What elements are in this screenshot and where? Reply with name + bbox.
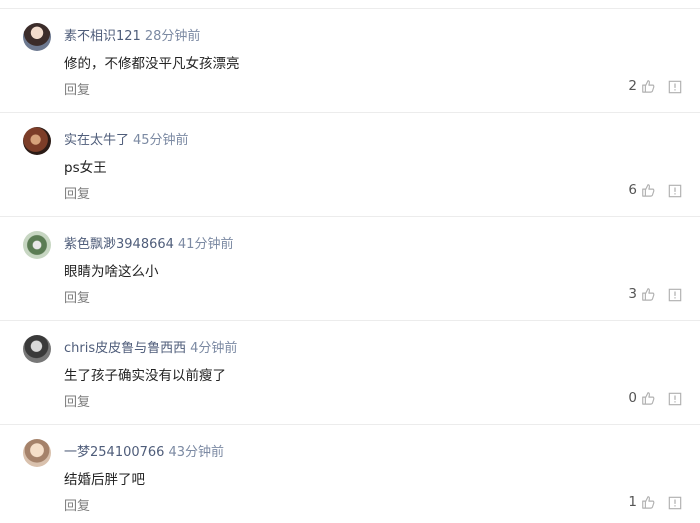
reply-button[interactable]: 回复 (64, 79, 90, 98)
reply-button[interactable]: 回复 (64, 391, 90, 410)
comment-time: 28分钟前 (144, 29, 201, 44)
username[interactable]: 实在太牛了 (64, 133, 129, 148)
comment-author[interactable]: chris皮皮鲁与鲁西西 4分钟前 (64, 337, 237, 356)
comment-item: 素不相识121 28分钟前 修的，不修都没平凡女孩漂亮 回复 2 (0, 9, 700, 113)
report-icon[interactable] (668, 288, 682, 302)
like-count: 1 (628, 494, 637, 510)
comment-text: 修的，不修都没平凡女孩漂亮 (64, 56, 240, 72)
username[interactable]: chris皮皮鲁与鲁西西 (64, 341, 186, 356)
comment-author[interactable]: 紫色飘渺3948664 41分钟前 (64, 233, 233, 252)
report-icon[interactable] (668, 496, 682, 510)
like-count: 2 (628, 78, 637, 94)
avatar[interactable] (23, 231, 51, 259)
thumbs-up-icon[interactable] (641, 183, 655, 197)
report-icon[interactable] (668, 80, 682, 94)
like-count: 0 (628, 390, 637, 406)
comment-text: ps女王 (64, 160, 107, 176)
report-icon[interactable] (668, 184, 682, 198)
comment-time: 45分钟前 (133, 133, 189, 148)
reply-button[interactable]: 回复 (64, 287, 90, 306)
username[interactable]: 紫色飘渺3948664 (64, 237, 174, 252)
avatar[interactable] (23, 23, 51, 51)
reply-button[interactable]: 回复 (64, 495, 90, 514)
avatar[interactable] (23, 439, 51, 467)
like-count: 6 (628, 182, 637, 198)
reply-button[interactable]: 回复 (64, 183, 90, 202)
comment-text: 生了孩子确实没有以前瘦了 (64, 368, 226, 384)
thumbs-up-icon[interactable] (641, 495, 655, 509)
comment-item: 一梦254100766 43分钟前 结婚后胖了吧 回复 1 (0, 425, 700, 523)
comment-time: 43分钟前 (168, 445, 224, 460)
like-count: 3 (628, 286, 637, 302)
report-icon[interactable] (668, 392, 682, 406)
comment-list: 素不相识121 28分钟前 修的，不修都没平凡女孩漂亮 回复 2 实在太牛了 45分… (0, 0, 700, 523)
username[interactable]: 素不相识121 (64, 29, 141, 44)
comment-author[interactable]: 素不相识121 28分钟前 (64, 25, 200, 44)
comment-time: 4分钟前 (190, 341, 238, 356)
comment-text: 眼睛为啥这么小 (64, 264, 159, 280)
thumbs-up-icon[interactable] (641, 287, 655, 301)
comment-time: 41分钟前 (177, 237, 234, 252)
comment-item: chris皮皮鲁与鲁西西 4分钟前 生了孩子确实没有以前瘦了 回复 0 (0, 321, 700, 425)
thumbs-up-icon[interactable] (641, 79, 655, 93)
comment-item: 紫色飘渺3948664 41分钟前 眼睛为啥这么小 回复 3 (0, 217, 700, 321)
username[interactable]: 一梦254100766 (64, 445, 164, 460)
comment-author[interactable]: 一梦254100766 43分钟前 (64, 441, 224, 460)
comment-item: 实在太牛了 45分钟前 ps女王 回复 6 (0, 113, 700, 217)
thumbs-up-icon[interactable] (641, 391, 655, 405)
comment-text: 结婚后胖了吧 (64, 472, 145, 488)
avatar[interactable] (23, 127, 51, 155)
comment-author[interactable]: 实在太牛了 45分钟前 (64, 129, 189, 148)
avatar[interactable] (23, 335, 51, 363)
